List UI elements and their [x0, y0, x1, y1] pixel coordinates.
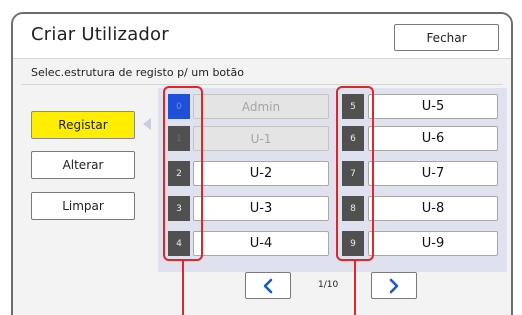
slot-button-u2[interactable]: U-2: [193, 161, 329, 186]
page-indicator: 1/10: [318, 280, 339, 290]
create-user-screen: Criar Utilizador Fechar Selec.estrutura …: [11, 12, 513, 315]
slot-button-u3[interactable]: U-3: [193, 196, 329, 221]
previous-page-button[interactable]: [245, 272, 291, 299]
next-page-button[interactable]: [371, 272, 417, 299]
instruction-text: Selec.estrutura de registo p/ um botão: [31, 66, 244, 79]
register-button[interactable]: Registar: [31, 111, 135, 139]
callout-line-right: [354, 261, 356, 315]
chevron-left-icon: [263, 278, 273, 293]
slot-button-u8[interactable]: U-8: [368, 196, 498, 221]
slot-button-u5[interactable]: U-5: [368, 94, 498, 119]
slot-button-admin: Admin: [193, 94, 329, 119]
slot-button-u1: U-1: [193, 126, 329, 151]
close-button[interactable]: Fechar: [394, 24, 499, 51]
slot-button-u7[interactable]: U-7: [368, 161, 498, 186]
panel-pointer: [143, 118, 151, 130]
slot-button-u9[interactable]: U-9: [368, 231, 498, 256]
slot-button-u4[interactable]: U-4: [193, 231, 329, 256]
chevron-right-icon: [389, 278, 399, 293]
page-title: Criar Utilizador: [31, 24, 169, 45]
callout-line-left: [182, 261, 184, 315]
slot-button-u6[interactable]: U-6: [368, 126, 498, 151]
change-button[interactable]: Alterar: [31, 151, 135, 179]
divider: [21, 84, 503, 85]
number-column-highlight-right: [336, 86, 374, 261]
dialog-header: Criar Utilizador Fechar: [13, 14, 511, 59]
clear-button[interactable]: Limpar: [31, 192, 135, 220]
number-column-highlight-left: [163, 86, 203, 261]
